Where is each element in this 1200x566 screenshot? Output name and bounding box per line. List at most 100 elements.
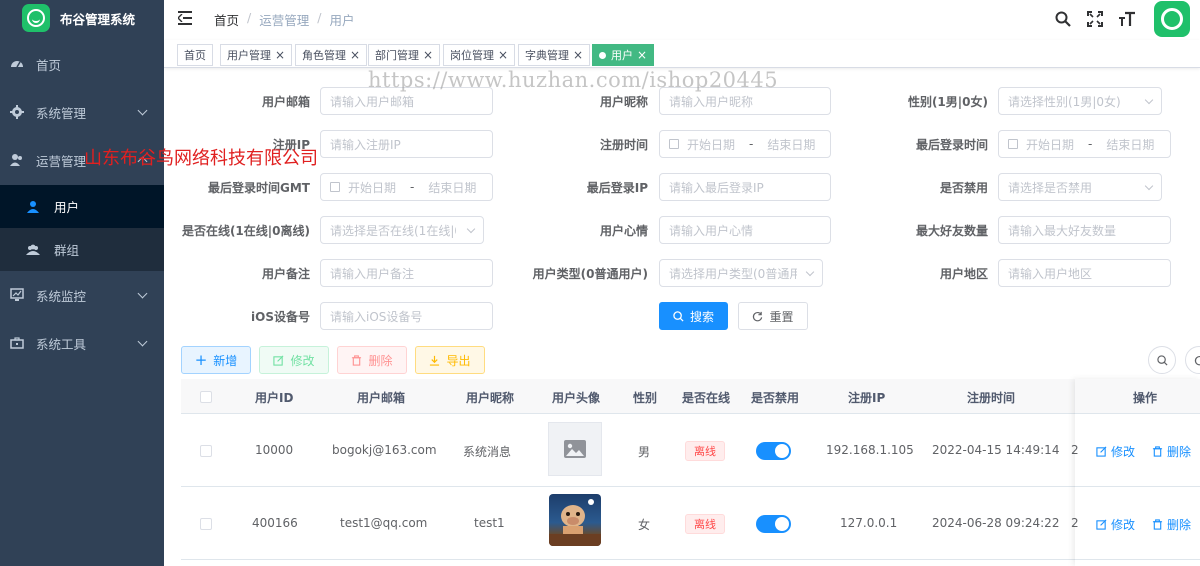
hamburger-icon[interactable] bbox=[178, 11, 194, 25]
search-icon[interactable] bbox=[1048, 4, 1078, 34]
col-online: 是否在线 bbox=[682, 391, 731, 405]
sidebar-item-home[interactable]: 首页 bbox=[0, 42, 164, 86]
sidebar-item-label: 系统监控 bbox=[36, 288, 87, 304]
last-login-gmt-range[interactable]: 开始日期 - 结束日期 bbox=[320, 173, 493, 201]
row-checkbox[interactable] bbox=[200, 518, 212, 530]
fullscreen-icon[interactable] bbox=[1080, 4, 1110, 34]
placeholder: 请选择性别(1男|0女) bbox=[1008, 94, 1121, 109]
app-title: 布谷管理系统 bbox=[60, 11, 136, 27]
last-login-ip-field[interactable]: 请输入最后登录IP bbox=[659, 173, 831, 201]
trash-icon bbox=[352, 354, 362, 366]
sidebar-item-system[interactable]: 系统管理 bbox=[0, 90, 164, 134]
sidebar-item-label: 系统管理 bbox=[36, 105, 87, 121]
active-dot-icon bbox=[599, 51, 606, 59]
toolbox-icon bbox=[10, 336, 24, 350]
toggle-search-button[interactable] bbox=[1148, 346, 1176, 374]
cell-reg-ip: 192.168.1.105 bbox=[826, 443, 914, 457]
mood-field[interactable]: 请输入用户心情 bbox=[659, 216, 831, 244]
export-button[interactable]: 导出 bbox=[415, 346, 485, 374]
font-size-icon[interactable] bbox=[1112, 4, 1142, 34]
user-type-select[interactable]: 请选择用户类型(0普通用户) bbox=[659, 259, 823, 287]
tag-users-active[interactable]: 用户 × bbox=[592, 44, 655, 66]
sidebar-item-label: 首页 bbox=[36, 57, 62, 73]
tag-label: 部门管理 bbox=[375, 49, 419, 62]
remark-field[interactable]: 请输入用户备注 bbox=[320, 259, 493, 287]
sidebar: 布谷管理系统 首页 系统管理 运营管理 用户 群组 系统监控 系统工具 bbox=[0, 0, 164, 566]
select-all-checkbox[interactable] bbox=[200, 391, 212, 403]
sidebar-item-label: 用户 bbox=[54, 200, 80, 215]
close-icon[interactable]: × bbox=[637, 48, 647, 62]
row-checkbox[interactable] bbox=[200, 445, 212, 457]
reg-time-range[interactable]: 开始日期 - 结束日期 bbox=[659, 130, 831, 158]
disabled-select[interactable]: 请选择是否禁用 bbox=[998, 173, 1162, 201]
range-separator: - bbox=[410, 180, 415, 194]
start-placeholder: 开始日期 bbox=[1026, 137, 1075, 152]
label-nickname: 用户昵称 bbox=[599, 95, 648, 109]
tag-label: 角色管理 bbox=[302, 49, 346, 62]
label-user-type: 用户类型(0普通用户) bbox=[532, 267, 648, 281]
add-button[interactable]: + 新增 bbox=[181, 346, 251, 374]
user-avatar[interactable] bbox=[1154, 1, 1190, 37]
dashboard-icon bbox=[10, 57, 24, 71]
search-icon bbox=[673, 310, 684, 322]
sidebar-item-label: 运营管理 bbox=[36, 153, 87, 169]
tag-user-management[interactable]: 用户管理 × bbox=[220, 44, 293, 66]
tag-dept-management[interactable]: 部门管理 × bbox=[368, 44, 441, 66]
breadcrumb-separator: / bbox=[247, 10, 252, 25]
fixed-actions-column bbox=[1075, 379, 1200, 566]
close-icon[interactable]: × bbox=[573, 48, 583, 62]
cell-reg-ip: 127.0.0.1 bbox=[840, 516, 898, 530]
breadcrumb-users: 用户 bbox=[329, 13, 355, 28]
edit-button[interactable]: 修改 bbox=[259, 346, 329, 374]
tag-home[interactable]: 首页 bbox=[177, 44, 213, 66]
tag-role-management[interactable]: 角色管理 × bbox=[295, 44, 368, 66]
button-label: 导出 bbox=[446, 353, 471, 368]
label-email: 用户邮箱 bbox=[261, 95, 310, 109]
navbar: 首页 / 运营管理 / 用户 bbox=[164, 0, 1200, 38]
gear-icon bbox=[10, 105, 24, 119]
col-reg-ip: 注册IP bbox=[848, 391, 886, 405]
ios-device-field[interactable]: 请输入iOS设备号 bbox=[320, 302, 493, 330]
user-avatar-photo bbox=[549, 494, 601, 546]
delete-button[interactable]: 删除 bbox=[337, 346, 407, 374]
placeholder: 请选择是否在线(1在线|0离线) bbox=[330, 223, 456, 238]
chevron-down-icon bbox=[137, 288, 148, 299]
sidebar-item-tools[interactable]: 系统工具 bbox=[0, 321, 164, 365]
refresh-icon bbox=[753, 311, 763, 321]
close-icon[interactable]: × bbox=[275, 48, 285, 62]
online-select[interactable]: 请选择是否在线(1在线|0离线) bbox=[320, 216, 484, 244]
breadcrumb-operations: 运营管理 bbox=[259, 13, 310, 28]
region-field[interactable]: 请输入用户地区 bbox=[998, 259, 1171, 287]
cell-reg-time: 2022-04-15 14:49:14 bbox=[932, 443, 1060, 457]
plus-icon: + bbox=[194, 350, 208, 369]
close-icon[interactable]: × bbox=[498, 48, 508, 62]
sidebar-item-monitor[interactable]: 系统监控 bbox=[0, 273, 164, 317]
button-label: 搜索 bbox=[689, 309, 714, 324]
close-icon[interactable]: × bbox=[350, 48, 360, 62]
cell-email: test1@qq.com bbox=[340, 516, 428, 530]
close-icon[interactable]: × bbox=[423, 48, 433, 62]
last-login-time-range[interactable]: 开始日期 - 结束日期 bbox=[998, 130, 1171, 158]
start-placeholder: 开始日期 bbox=[348, 180, 397, 195]
disable-toggle[interactable] bbox=[756, 442, 791, 460]
gender-select[interactable]: 请选择性别(1男|0女) bbox=[998, 87, 1162, 115]
placeholder: 请输入注册IP bbox=[330, 137, 401, 152]
tag-label: 用户 bbox=[611, 49, 633, 62]
disable-toggle[interactable] bbox=[756, 515, 791, 533]
max-friends-field[interactable]: 请输入最大好友数量 bbox=[998, 216, 1171, 244]
sidebar-item-users[interactable]: 用户 bbox=[0, 185, 164, 228]
edit-icon bbox=[273, 355, 284, 366]
breadcrumb-home[interactable]: 首页 bbox=[214, 10, 239, 29]
reg-ip-field[interactable]: 请输入注册IP bbox=[320, 130, 493, 158]
tag-post-management[interactable]: 岗位管理 × bbox=[443, 44, 516, 66]
chevron-down-icon bbox=[137, 336, 148, 347]
refresh-table-button[interactable] bbox=[1185, 346, 1200, 374]
reset-button[interactable]: 重置 bbox=[738, 302, 808, 330]
cell-user-id: 10000 bbox=[255, 443, 294, 457]
search-button[interactable]: 搜索 bbox=[659, 302, 728, 330]
sidebar-item-groups[interactable]: 群组 bbox=[0, 228, 164, 271]
tag-dict-management[interactable]: 字典管理 × bbox=[518, 44, 591, 66]
search-icon bbox=[1157, 355, 1168, 366]
breadcrumb-separator: / bbox=[317, 10, 322, 25]
app-logo-icon bbox=[22, 4, 50, 32]
